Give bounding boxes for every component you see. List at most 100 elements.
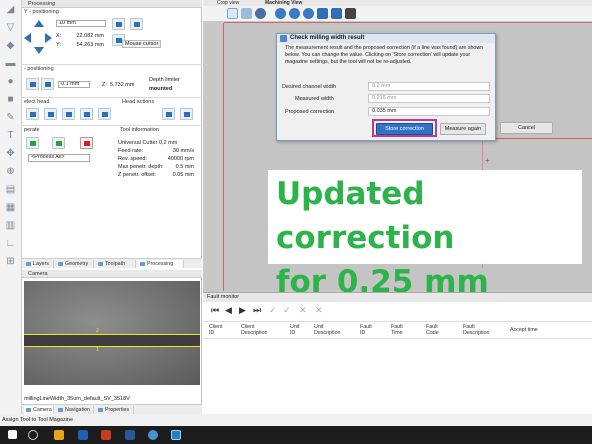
z-up-button[interactable] xyxy=(26,78,39,90)
select-tool-icon[interactable]: ▽ xyxy=(4,22,17,34)
store-correction-button[interactable]: Store correction xyxy=(376,123,433,135)
measure-tool-icon[interactable]: ▤ xyxy=(4,184,17,196)
proposed-correction-field[interactable]: 0.035 mm xyxy=(368,107,490,116)
first-icon[interactable]: ⏮ xyxy=(211,305,221,315)
head-measure-button[interactable] xyxy=(180,108,193,120)
search-icon[interactable] xyxy=(28,430,38,440)
start-icon[interactable] xyxy=(8,430,17,439)
text-tool-icon[interactable]: T xyxy=(4,130,17,142)
taskbar xyxy=(0,426,592,444)
tab-layers[interactable]: Layers xyxy=(24,260,54,268)
head-1-button[interactable] xyxy=(26,108,39,120)
select-area-icon[interactable] xyxy=(241,8,252,19)
rectangle-tool-icon[interactable]: ▬ xyxy=(4,58,17,70)
circle-tool-icon[interactable]: ● xyxy=(4,76,17,88)
z-label: Z: xyxy=(102,82,107,88)
max-depth-value: 0.5 mm xyxy=(175,164,194,170)
measure-again-button[interactable]: Measure again xyxy=(440,123,486,135)
col-accept-time: Accept time xyxy=(510,327,538,333)
move-up-arrow-icon[interactable] xyxy=(34,20,44,27)
pointer-tool-icon[interactable] xyxy=(227,8,238,19)
head-5-button[interactable] xyxy=(98,108,111,120)
drill-tool-icon[interactable]: ⊕ xyxy=(4,166,17,178)
cancel-button[interactable]: Cancel xyxy=(500,122,553,134)
measured-width-label: Measured width xyxy=(295,96,334,102)
move-down-arrow-icon[interactable] xyxy=(34,47,44,54)
tab-geometry[interactable]: Geometry xyxy=(56,260,94,268)
view-3d-icon[interactable] xyxy=(331,8,342,19)
pan-icon[interactable] xyxy=(255,8,266,19)
stamp-tool-icon[interactable]: ▦ xyxy=(4,202,17,214)
annotation-overlay: Updated correction for 0.25 mm width xyxy=(268,170,582,344)
tool-name: Universal Cutter 0,2 mm xyxy=(118,140,178,146)
camera-image: 2 1 xyxy=(24,281,200,385)
accept-all-icon[interactable]: ✓ xyxy=(283,305,293,315)
head-2-button[interactable] xyxy=(44,108,57,120)
tab-processing[interactable]: Processing xyxy=(138,260,184,268)
next-icon[interactable]: ▶ xyxy=(239,305,249,315)
last-icon[interactable]: ⏭ xyxy=(253,305,263,315)
crosshair-icon: + xyxy=(485,156,490,165)
circuitpro-icon[interactable] xyxy=(171,430,181,440)
chrome-icon[interactable] xyxy=(148,430,158,440)
z-step-input[interactable]: 0.1 mm xyxy=(58,81,90,88)
corner-tool-icon[interactable]: ∟ xyxy=(4,238,17,250)
move-right-arrow-icon[interactable] xyxy=(45,33,52,43)
col-fault-code: Fault Code xyxy=(426,324,439,336)
delete-icon[interactable]: ✕ xyxy=(299,305,309,315)
move-left-arrow-icon[interactable] xyxy=(24,33,31,43)
tab-properties[interactable]: Properties xyxy=(96,406,134,414)
tab-toolpath[interactable]: Toolpath xyxy=(96,260,136,268)
step-button[interactable] xyxy=(52,137,65,149)
feed-rate-label: Feed rate: xyxy=(118,148,144,154)
z-offset-value: 0.05 mm xyxy=(172,172,194,178)
dialog-app-icon xyxy=(280,35,287,42)
dimension-tool-icon[interactable]: ⊞ xyxy=(4,256,17,268)
zoom-in-icon[interactable] xyxy=(289,8,300,19)
col-client-id: Client ID xyxy=(209,324,223,336)
view-toolbar xyxy=(203,6,592,22)
accept-icon[interactable]: ✓ xyxy=(269,305,279,315)
proposed-correction-label: Proposed correction xyxy=(285,109,335,115)
zoom-icon[interactable] xyxy=(275,8,286,19)
processing-panel: Processing Y - positioning 10 mm X: 22.0… xyxy=(22,0,202,268)
tab-navigation[interactable]: Navigation xyxy=(56,406,94,414)
z-down-button[interactable] xyxy=(41,78,54,90)
camera-tabs: Camera Navigation Properties xyxy=(22,404,202,414)
board-line xyxy=(482,138,592,139)
arrow-tool-icon[interactable]: ◢ xyxy=(4,4,17,16)
move-tool-icon[interactable]: ✥ xyxy=(4,148,17,160)
outlook-icon[interactable] xyxy=(78,430,88,440)
zoom-out-icon[interactable] xyxy=(303,8,314,19)
head-action-button[interactable] xyxy=(162,108,175,120)
head-3-button[interactable] xyxy=(62,108,75,120)
pad-tool-icon[interactable]: ▥ xyxy=(4,220,17,232)
col-unit-description: Unit Description xyxy=(314,324,341,336)
measure-line-top xyxy=(24,334,200,335)
marker-label-1: 1 xyxy=(96,347,99,353)
measured-width-field: 0.215 mm xyxy=(368,94,490,103)
mouse-cursor-tooltip: Mouse cursor xyxy=(122,40,162,48)
file-explorer-icon[interactable] xyxy=(54,430,64,440)
dialog-title: Check milling width result xyxy=(277,34,495,43)
word-icon[interactable] xyxy=(125,430,135,440)
head-4-button[interactable] xyxy=(80,108,93,120)
pen-tool-icon[interactable]: ✎ xyxy=(4,112,17,124)
powerpoint-icon[interactable] xyxy=(101,430,111,440)
start-button[interactable] xyxy=(26,137,39,149)
stop-button[interactable] xyxy=(80,137,93,149)
home-button[interactable] xyxy=(112,18,125,30)
zoom-fit-icon[interactable] xyxy=(317,8,328,19)
tab-camera[interactable]: Camera xyxy=(24,406,54,414)
options-icon[interactable] xyxy=(345,8,356,19)
polygon-tool-icon[interactable]: ■ xyxy=(4,94,17,106)
shape-tool-icon[interactable]: ◆ xyxy=(4,40,17,52)
xy-step-input[interactable]: 10 mm xyxy=(56,20,106,27)
process-select[interactable]: <Process All> xyxy=(28,154,90,162)
previous-icon[interactable]: ◀ xyxy=(225,305,235,315)
park-button[interactable] xyxy=(130,18,143,30)
desired-width-field: 0.2 mm xyxy=(368,82,490,91)
milled-channel xyxy=(24,335,200,346)
col-fault-description: Fault Description xyxy=(463,324,490,336)
delete-all-icon[interactable]: ✕ xyxy=(315,305,325,315)
